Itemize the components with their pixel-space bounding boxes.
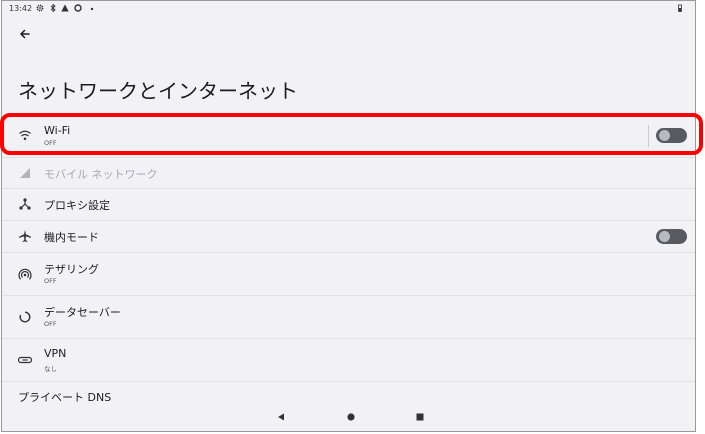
status-time: 13:42 — [9, 4, 33, 13]
battery-icon — [678, 4, 682, 12]
vpn-row[interactable]: VPN なし — [2, 339, 695, 380]
notification-dot-icon — [90, 7, 94, 11]
data-saver-icon — [19, 311, 31, 323]
nav-home-icon[interactable] — [345, 411, 357, 423]
tethering-row[interactable]: テザリング OFF — [2, 253, 695, 294]
hotspot-icon — [18, 268, 32, 280]
vpn-status: なし — [44, 365, 57, 373]
data-saver-row[interactable]: データセーバー OFF — [2, 296, 695, 337]
airplane-mode-row[interactable]: 機内モード — [2, 221, 695, 251]
navigation-bar — [2, 403, 695, 431]
sync-icon — [74, 4, 82, 12]
toggle-knob — [659, 231, 670, 242]
status-bar: 13:42 — [2, 1, 695, 19]
mobile-network-label: モバイル ネットワーク — [44, 168, 158, 181]
settings-gear-icon — [36, 4, 44, 12]
data-saver-label: データセーバー — [44, 306, 121, 319]
vpn-key-icon — [18, 356, 32, 364]
proxy-row[interactable]: プロキシ設定 — [2, 189, 695, 219]
tethering-status: OFF — [44, 277, 57, 285]
page-title: ネットワークとインターネット — [18, 79, 298, 103]
nav-back-icon[interactable] — [275, 411, 287, 423]
warning-icon — [61, 4, 69, 12]
bluetooth-icon — [50, 4, 56, 12]
wifi-highlight-box — [0, 113, 703, 155]
proxy-network-icon — [19, 198, 31, 210]
proxy-label: プロキシ設定 — [44, 199, 110, 212]
airplane-icon — [19, 230, 31, 242]
back-arrow-icon[interactable] — [16, 25, 34, 43]
cellular-signal-icon — [20, 168, 30, 178]
airplane-mode-toggle[interactable] — [656, 229, 687, 244]
tethering-label: テザリング — [44, 263, 99, 276]
data-saver-status: OFF — [44, 320, 57, 328]
airplane-mode-label: 機内モード — [44, 231, 99, 244]
mobile-network-row[interactable]: モバイル ネットワーク — [2, 158, 695, 188]
settings-screen: 13:42 ネットワークとインターネット Wi-Fi OFF モバイル ネットワ… — [1, 0, 696, 432]
vpn-label: VPN — [44, 347, 67, 360]
nav-recents-icon[interactable] — [414, 411, 426, 423]
